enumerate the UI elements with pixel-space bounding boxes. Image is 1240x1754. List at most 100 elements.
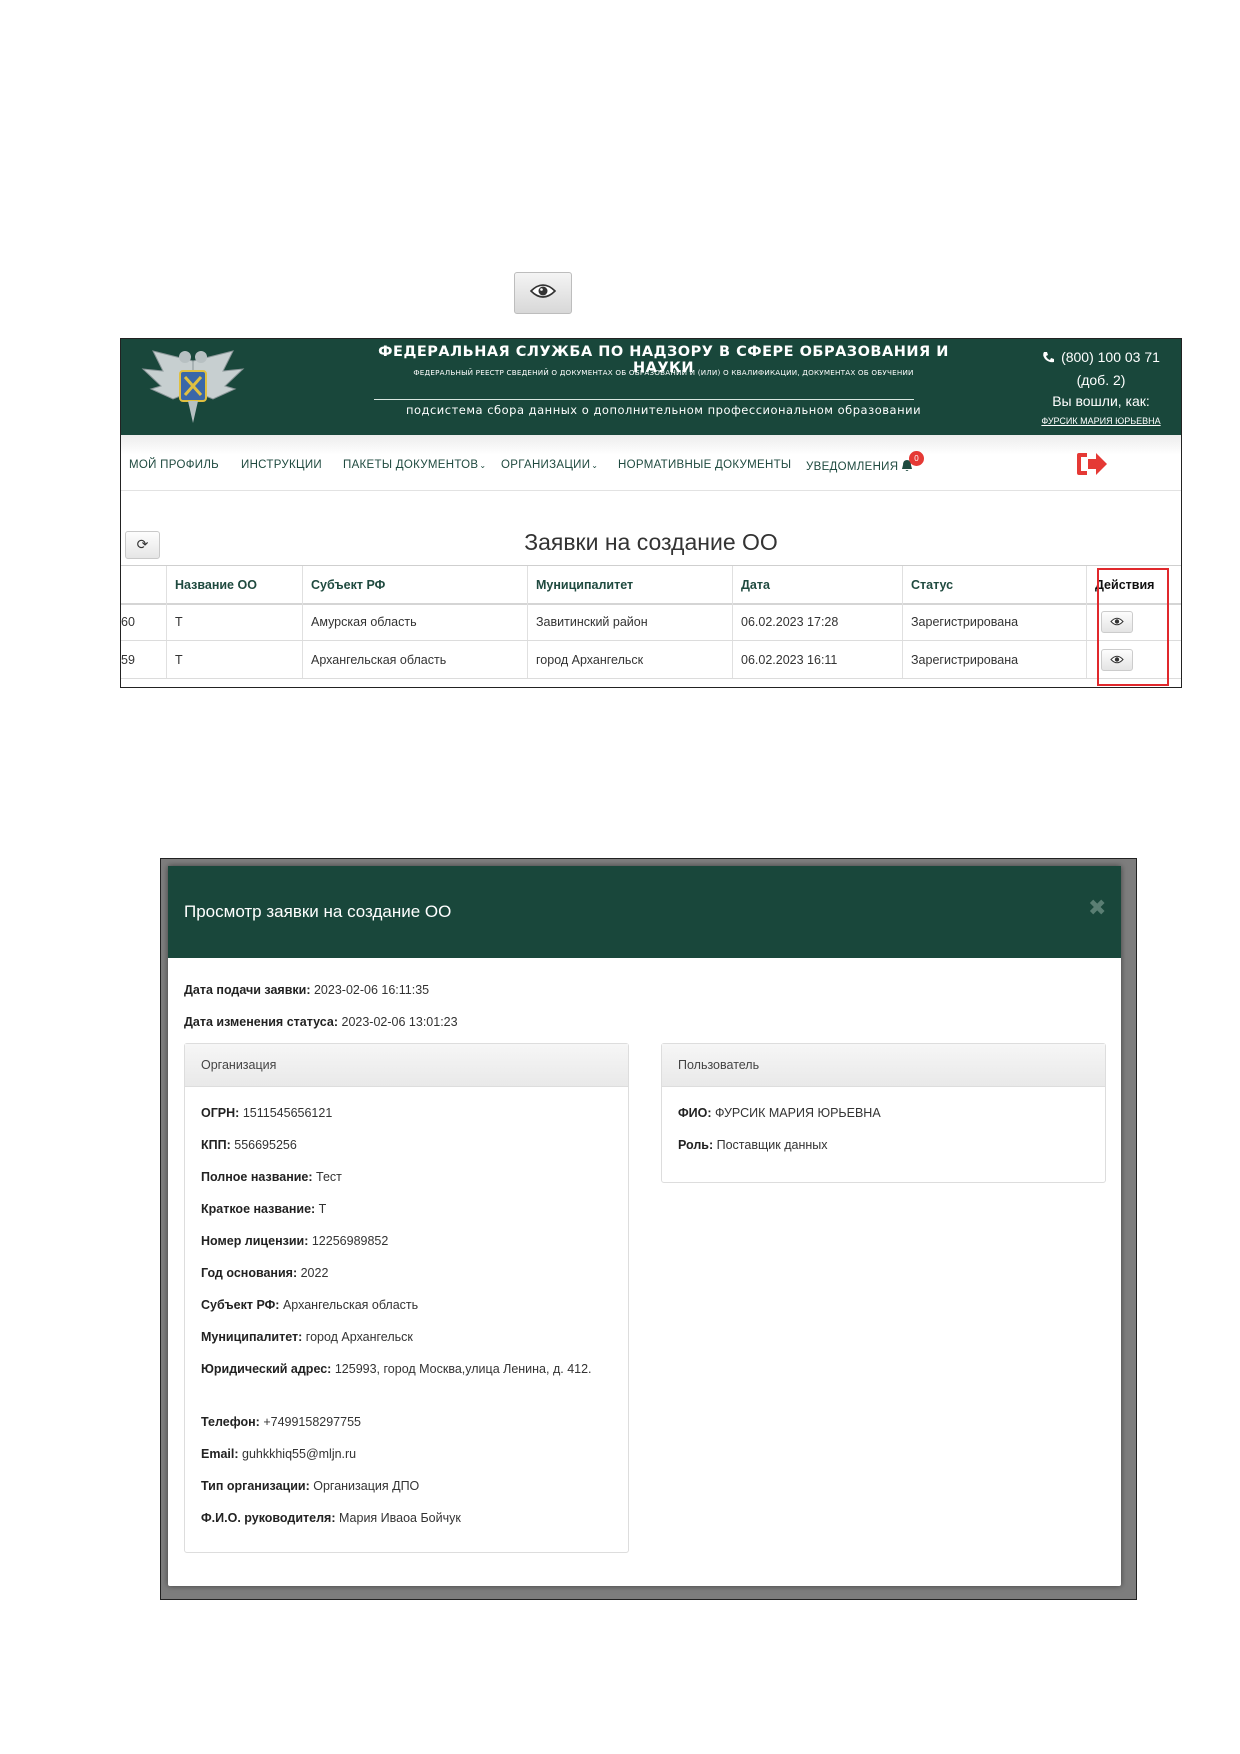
cell-region: Архангельская область bbox=[302, 641, 527, 678]
page-title: Заявки на создание ОО bbox=[524, 529, 778, 555]
cell-status: Зарегистрирована bbox=[902, 641, 1086, 678]
header-subtitle: ФЕДЕРАЛЬНЫЙ РЕЕСТР СВЕДЕНИЙ О ДОКУМЕНТАХ… bbox=[413, 368, 914, 377]
org-field-region: Субъект РФ: Архангельская область bbox=[201, 1295, 418, 1316]
org-field-email-label: Email: bbox=[201, 1447, 239, 1461]
org-field-legal-address-label: Юридический адрес: bbox=[201, 1362, 332, 1376]
org-field-full-name-label: Полное название: bbox=[201, 1170, 313, 1184]
org-field-license: Номер лицензии: 12256989852 bbox=[201, 1231, 388, 1252]
eye-button-illustration bbox=[514, 272, 572, 314]
current-user-link[interactable]: ФУРСИК МАРИЯ ЮРЬЕВНА bbox=[1021, 412, 1181, 430]
organization-panel: Организация ОГРН: 1511545656121 КПП: 556… bbox=[184, 1043, 629, 1553]
table-header-row: Название ОО Субъект РФ Муниципалитет Дат… bbox=[121, 565, 1181, 605]
header-system-name: подсистема сбора данных о дополнительном… bbox=[405, 403, 922, 417]
logout-icon[interactable] bbox=[1076, 451, 1108, 481]
column-header-id[interactable] bbox=[121, 566, 166, 603]
column-header-status[interactable]: Статус bbox=[902, 566, 1086, 603]
cell-id: 60 bbox=[121, 614, 135, 629]
logged-in-label: Вы вошли, как: bbox=[1052, 393, 1150, 409]
org-field-ogrn-value: 1511545656121 bbox=[242, 1106, 333, 1120]
header-contact: (800) 100 03 71 (доб. 2) Вы вошли, как: … bbox=[1021, 347, 1181, 430]
user-panel-title: Пользователь bbox=[662, 1044, 1105, 1087]
cell-id: 59 bbox=[121, 652, 135, 667]
cell-municipality: город Архангельск bbox=[527, 641, 732, 678]
table-row: 60 Т Амурская область Завитинский район … bbox=[121, 603, 1181, 641]
org-field-phone: Телефон: +7499158297755 bbox=[201, 1412, 361, 1433]
actions-highlight-box bbox=[1097, 568, 1169, 686]
org-field-founded: Год основания: 2022 bbox=[201, 1263, 328, 1284]
user-panel: Пользователь ФИО: ФУРСИК МАРИЯ ЮРЬЕВНА Р… bbox=[661, 1043, 1106, 1183]
nav-document-packages[interactable]: ПАКЕТЫ ДОКУМЕНТОВ⌄ bbox=[343, 459, 486, 471]
org-field-type: Тип организации: Организация ДПО bbox=[201, 1476, 419, 1497]
eye-icon bbox=[529, 283, 557, 303]
nav-organizations-label: ОРГАНИЗАЦИИ bbox=[501, 459, 591, 471]
nav-instructions[interactable]: ИНСТРУКЦИИ bbox=[241, 459, 322, 471]
org-field-kpp: КПП: 556695256 bbox=[201, 1135, 297, 1156]
org-field-ogrn: ОГРН: 1511545656121 bbox=[201, 1103, 332, 1124]
site-header: ФЕДЕРАЛЬНАЯ СЛУЖБА ПО НАДЗОРУ В СФЕРЕ ОБ… bbox=[121, 339, 1181, 435]
user-field-role-label: Роль: bbox=[678, 1138, 714, 1152]
nav-organizations[interactable]: ОРГАНИЗАЦИИ⌄ bbox=[501, 459, 598, 471]
application-view-screenshot: Просмотр заявки на создание ОО ✖ Дата по… bbox=[160, 858, 1137, 1600]
user-field-role: Роль: Поставщик данных bbox=[678, 1135, 827, 1156]
nav-normative-documents[interactable]: НОРМАТИВНЫЕ ДОКУМЕНТЫ bbox=[618, 459, 791, 471]
user-field-name-value: ФУРСИК МАРИЯ ЮРЬЕВНА bbox=[715, 1106, 881, 1120]
org-field-email-value: guhkkhiq55@mljn.ru bbox=[242, 1447, 357, 1461]
cell-status: Зарегистрирована bbox=[902, 603, 1086, 640]
user-field-name: ФИО: ФУРСИК МАРИЯ ЮРЬЕВНА bbox=[678, 1103, 881, 1124]
chevron-down-icon: ⌄ bbox=[479, 461, 487, 470]
org-field-type-value: Организация ДПО bbox=[313, 1479, 420, 1493]
notifications-count-badge: 0 bbox=[909, 451, 924, 466]
submitted-date-value: 2023-02-06 16:11:35 bbox=[313, 983, 430, 997]
org-field-email: Email: guhkkhiq55@mljn.ru bbox=[201, 1444, 356, 1465]
status-changed-date: Дата изменения статуса: 2023-02-06 13:01… bbox=[184, 1015, 458, 1029]
phone-icon bbox=[1042, 349, 1055, 370]
org-field-full-name-value: Тест bbox=[316, 1170, 342, 1184]
status-changed-value: 2023-02-06 13:01:23 bbox=[341, 1015, 458, 1029]
org-field-director: Ф.И.О. руководителя: Мария Иваоа Бойчук bbox=[201, 1508, 461, 1529]
cell-municipality: Завитинский район bbox=[527, 603, 732, 640]
org-field-short-name-label: Краткое название: bbox=[201, 1202, 316, 1216]
applications-list-screenshot: ФЕДЕРАЛЬНАЯ СЛУЖБА ПО НАДЗОРУ В СФЕРЕ ОБ… bbox=[120, 338, 1182, 688]
org-field-director-value: Мария Иваоа Бойчук bbox=[338, 1511, 461, 1525]
cell-org-name: Т bbox=[166, 603, 302, 640]
org-field-founded-label: Год основания: bbox=[201, 1266, 298, 1280]
view-application-modal: Просмотр заявки на создание ОО ✖ Дата по… bbox=[168, 866, 1121, 1586]
org-field-kpp-value: 556695256 bbox=[234, 1138, 297, 1152]
phone-number: (800) 100 03 71 bbox=[1061, 349, 1160, 365]
org-field-municipality: Муниципалитет: город Архангельск bbox=[201, 1327, 413, 1348]
column-header-org-name[interactable]: Название ОО bbox=[166, 566, 302, 603]
org-field-legal-address: Юридический адрес: 125993, город Москва,… bbox=[201, 1359, 601, 1380]
org-field-legal-address-value: 125993, город Москва,улица Ленина, д. 41… bbox=[334, 1362, 592, 1376]
org-field-director-label: Ф.И.О. руководителя: bbox=[201, 1511, 336, 1525]
user-field-name-label: ФИО: bbox=[678, 1106, 712, 1120]
nav-notifications[interactable]: УВЕДОМЛЕНИЯ bbox=[806, 459, 913, 475]
org-field-region-value: Архангельская область bbox=[282, 1298, 419, 1312]
column-header-municipality[interactable]: Муниципалитет bbox=[527, 566, 732, 603]
org-field-short-name-value: Т bbox=[318, 1202, 327, 1216]
org-field-phone-label: Телефон: bbox=[201, 1415, 260, 1429]
cell-org-name: Т bbox=[166, 641, 302, 678]
organization-panel-title: Организация bbox=[185, 1044, 628, 1087]
nav-my-profile[interactable]: МОЙ ПРОФИЛЬ bbox=[129, 459, 219, 471]
org-field-municipality-value: город Архангельск bbox=[305, 1330, 413, 1344]
org-field-type-label: Тип организации: bbox=[201, 1479, 310, 1493]
nav-notifications-label: УВЕДОМЛЕНИЯ bbox=[806, 461, 899, 473]
org-field-municipality-label: Муниципалитет: bbox=[201, 1330, 303, 1344]
org-field-region-label: Субъект РФ: bbox=[201, 1298, 280, 1312]
main-nav: МОЙ ПРОФИЛЬ ИНСТРУКЦИИ ПАКЕТЫ ДОКУМЕНТОВ… bbox=[121, 435, 1181, 491]
column-header-region[interactable]: Субъект РФ bbox=[302, 566, 527, 603]
status-changed-label: Дата изменения статуса: bbox=[184, 1015, 339, 1029]
cell-date: 06.02.2023 17:28 bbox=[732, 603, 902, 640]
cell-date: 06.02.2023 16:11 bbox=[732, 641, 902, 678]
table-row: 59 Т Архангельская область город Арханге… bbox=[121, 641, 1181, 679]
phone-ext: (доб. 2) bbox=[1076, 372, 1126, 388]
org-field-kpp-label: КПП: bbox=[201, 1138, 231, 1152]
phone-line: (800) 100 03 71 bbox=[1021, 347, 1181, 370]
org-field-founded-value: 2022 bbox=[300, 1266, 329, 1280]
column-header-date[interactable]: Дата bbox=[732, 566, 902, 603]
close-icon[interactable]: ✖ bbox=[1088, 896, 1106, 921]
cell-region: Амурская область bbox=[302, 603, 527, 640]
org-field-short-name: Краткое название: Т bbox=[201, 1199, 326, 1220]
submitted-date: Дата подачи заявки: 2023-02-06 16:11:35 bbox=[184, 983, 429, 997]
org-field-license-value: 12256989852 bbox=[311, 1234, 389, 1248]
